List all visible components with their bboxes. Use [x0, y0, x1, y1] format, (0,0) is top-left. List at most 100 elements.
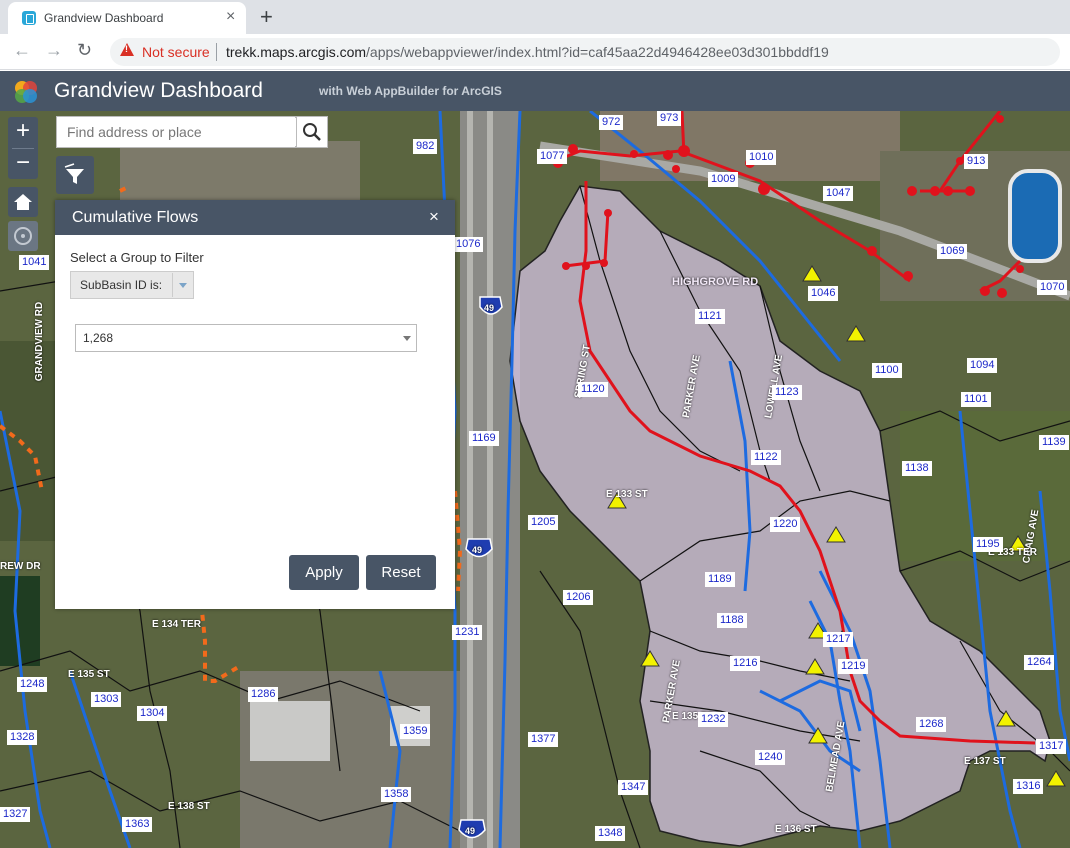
subbasin-label: 1188: [717, 613, 747, 628]
subbasin-label: 1122: [751, 450, 781, 465]
chevron-down-icon[interactable]: [172, 273, 192, 297]
subbasin-label: 1363: [122, 817, 153, 832]
browser-tab[interactable]: Grandview Dashboard ×: [8, 2, 246, 34]
subbasin-label: 1046: [808, 286, 839, 301]
chevron-down-icon: [403, 336, 411, 341]
subbasin-label: 1047: [823, 186, 854, 201]
my-location-button[interactable]: [8, 221, 38, 251]
subbasin-label: 1120: [578, 382, 608, 397]
street-label: GRANDVIEW RD: [34, 301, 46, 382]
subbasin-label: 1219: [838, 659, 869, 674]
app-subtitle: with Web AppBuilder for ArcGIS: [319, 84, 502, 98]
street-label: REW DR: [0, 561, 41, 572]
new-tab-button[interactable]: +: [260, 4, 273, 30]
reset-button[interactable]: Reset: [366, 555, 436, 590]
group-select-value: SubBasin ID is:: [80, 278, 163, 292]
map-view[interactable]: 49 49 49 HIGHGROVE RD E 133 ST E 134 TER…: [0, 111, 1070, 848]
url-path: /apps/webappviewer/index.html?id=caf45aa…: [366, 44, 829, 60]
subbasin-label: 913: [964, 154, 989, 169]
subbasin-label: 1220: [770, 517, 801, 532]
subbasin-label: 1139: [1039, 435, 1069, 450]
search-input[interactable]: [67, 118, 297, 146]
cumulative-flows-panel: Cumulative Flows × Select a Group to Fil…: [55, 200, 455, 609]
zoom-in-button[interactable]: +: [8, 117, 38, 147]
subbasin-label: 1264: [1024, 655, 1055, 670]
url-bar[interactable]: Not secure trekk.maps.arcgis.com/apps/we…: [110, 38, 1060, 66]
apply-button[interactable]: Apply: [289, 555, 359, 590]
subbasin-label: 1041: [19, 255, 50, 270]
street-label: E 137 ST: [964, 756, 1006, 767]
group-filter-label: Select a Group to Filter: [70, 250, 204, 265]
forward-icon[interactable]: →: [45, 40, 63, 61]
subbasin-label: 1077: [537, 149, 568, 164]
tab-close-button[interactable]: ×: [226, 8, 235, 26]
subbasin-label: 1327: [0, 807, 31, 822]
search-button[interactable]: [296, 116, 328, 148]
subbasin-label: 1347: [618, 780, 649, 795]
subbasin-label: 1316: [1013, 779, 1044, 794]
locate-icon: [14, 227, 32, 245]
search-box[interactable]: [56, 116, 297, 148]
subbasin-label: 1070: [1037, 280, 1068, 295]
street-label: HIGHGROVE RD: [672, 276, 759, 288]
subbasin-label: 1069: [937, 244, 968, 259]
address-bar-row: ← → ↻ Not secure trekk.maps.arcgis.com/a…: [0, 34, 1070, 70]
not-secure-label[interactable]: Not secure: [142, 44, 210, 60]
highway-shield-label: 49: [472, 545, 483, 555]
subbasin-label: 1232: [698, 712, 729, 727]
subbasin-label: 1231: [452, 625, 483, 640]
home-button[interactable]: [8, 187, 38, 217]
back-icon[interactable]: ←: [13, 40, 31, 61]
filter-icon: [64, 163, 84, 184]
subbasin-value-select[interactable]: 1,268: [75, 324, 417, 352]
subbasin-label: 1100: [872, 363, 902, 378]
subbasin-label: 1010: [746, 150, 777, 165]
search-icon: [303, 123, 321, 141]
subbasin-label: 1348: [595, 826, 626, 841]
url-text[interactable]: trekk.maps.arcgis.com/apps/webappviewer/…: [226, 44, 829, 60]
app-title: Grandview Dashboard: [54, 79, 263, 102]
subbasin-label: 1206: [563, 590, 594, 605]
url-separator: [216, 43, 217, 61]
street-label: E 133 ST: [606, 489, 648, 500]
subbasin-label: 1076: [453, 237, 484, 252]
subbasin-value: 1,268: [83, 331, 114, 345]
subbasin-label: 1377: [528, 732, 559, 747]
subbasin-label: 1189: [705, 572, 735, 587]
tab-title: Grandview Dashboard: [44, 11, 164, 25]
subbasin-label: 1217: [823, 632, 854, 647]
subbasin-label: 1123: [772, 385, 802, 400]
panel-title: Cumulative Flows: [72, 209, 199, 226]
subbasin-label: 1205: [528, 515, 559, 530]
filter-widget-button[interactable]: [56, 156, 94, 194]
subbasin-label: 972: [599, 115, 624, 130]
panel-close-button[interactable]: ×: [429, 207, 439, 227]
group-select[interactable]: SubBasin ID is:: [70, 271, 194, 299]
street-label: E 134 TER: [152, 619, 201, 630]
subbasin-label: 1195: [973, 537, 1003, 552]
app-logo-icon: [15, 81, 37, 103]
subbasin-label: 1286: [248, 687, 279, 702]
app-header: Grandview Dashboard with Web AppBuilder …: [0, 71, 1070, 111]
favicon-icon: [22, 11, 36, 25]
street-label: E 135 ST: [68, 669, 110, 680]
subbasin-label: 973: [657, 111, 682, 126]
subbasin-label: 1268: [916, 717, 947, 732]
home-icon: [14, 194, 32, 210]
subbasin-label: 1169: [469, 431, 499, 446]
subbasin-label: 1101: [961, 392, 991, 407]
zoom-control: + −: [8, 117, 38, 179]
subbasin-label: 1304: [137, 706, 168, 721]
subbasin-label: 1303: [91, 692, 122, 707]
subbasin-label: 1358: [381, 787, 412, 802]
subbasin-label: 1240: [755, 750, 786, 765]
subbasin-label: 982: [413, 139, 438, 154]
url-host: trekk.maps.arcgis.com: [226, 44, 367, 60]
subbasin-label: 1328: [7, 730, 38, 745]
street-label: E 136 ST: [775, 824, 817, 835]
warning-icon: [120, 43, 134, 56]
reload-icon[interactable]: ↻: [77, 40, 92, 61]
highway-shield-label: 49: [465, 826, 476, 836]
zoom-out-button[interactable]: −: [8, 149, 38, 179]
highway-shield-label: 49: [484, 303, 495, 313]
